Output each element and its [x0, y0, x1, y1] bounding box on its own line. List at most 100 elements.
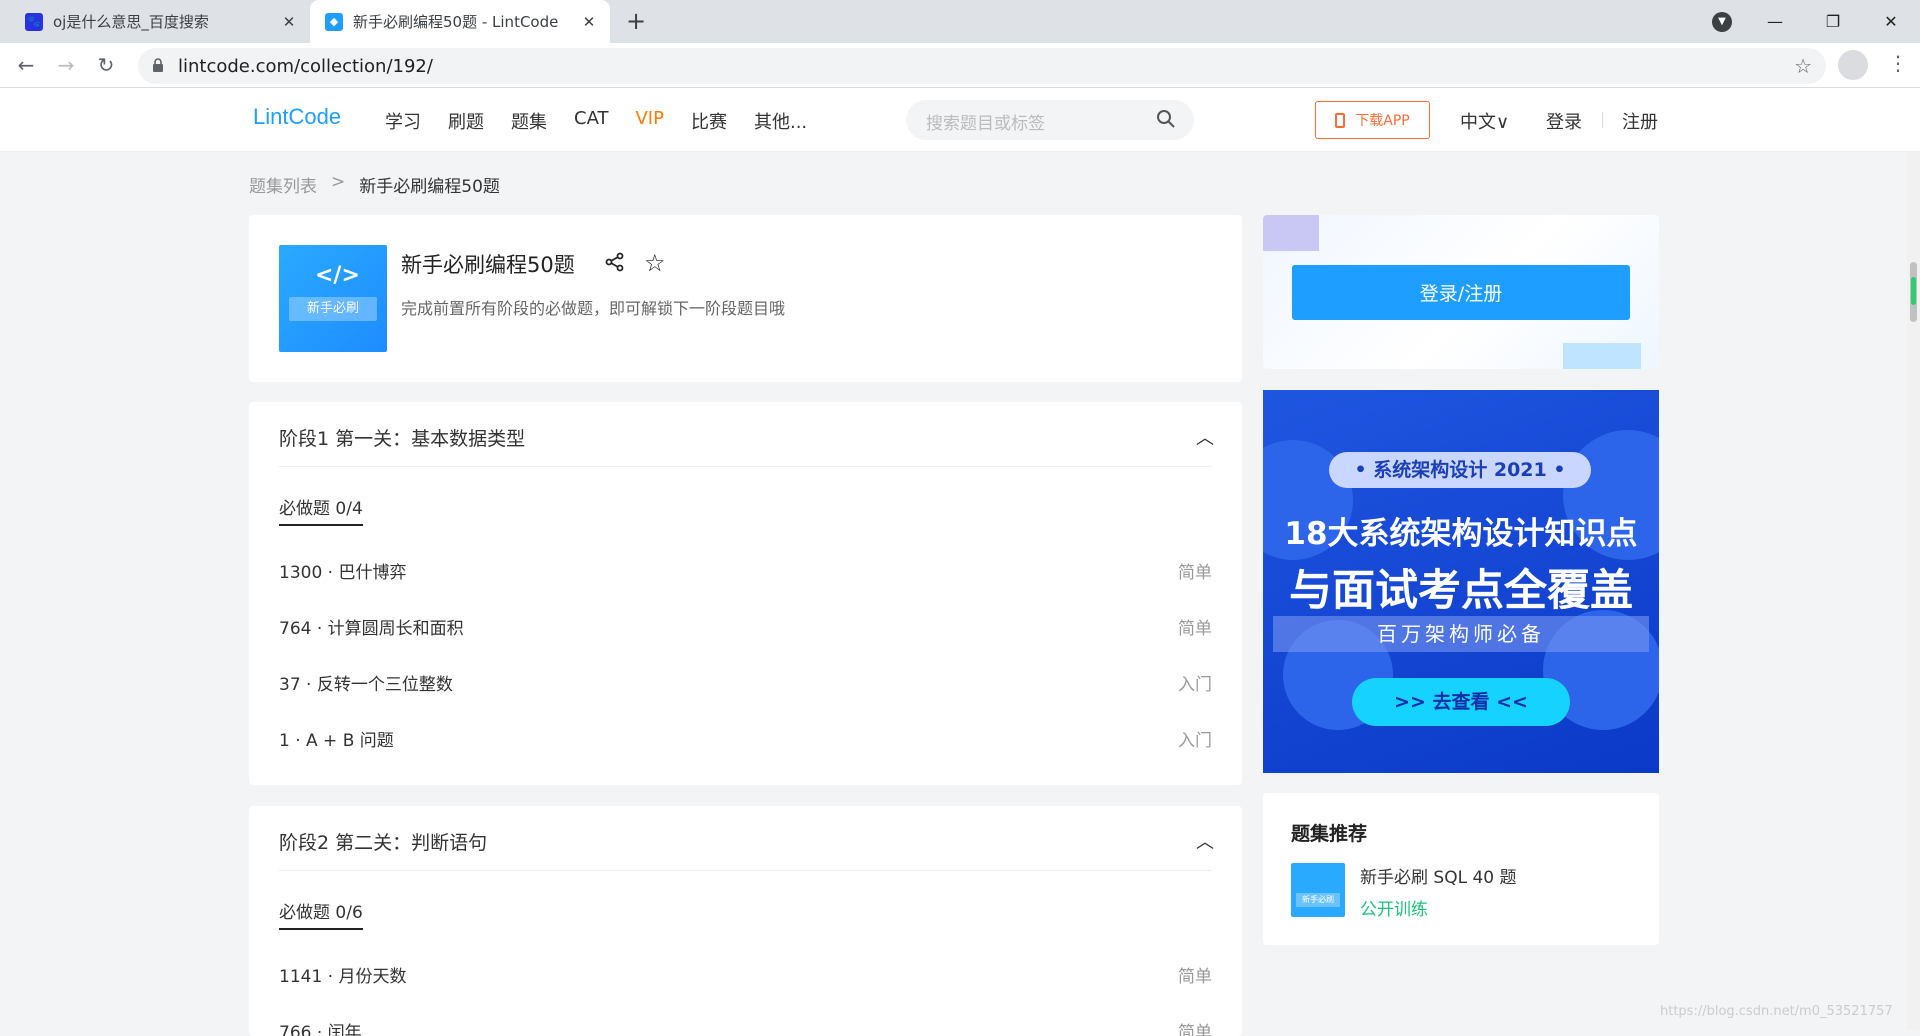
nav-more[interactable]: 其他... [754, 108, 807, 134]
site-header: LintCode 学习 刷题 题集 CAT VIP 比赛 其他... 搜索题目或… [0, 88, 1920, 152]
decoration [1263, 215, 1319, 251]
nav-vip[interactable]: VIP [635, 108, 663, 134]
lock-icon [153, 58, 163, 72]
url-text: lintcode.com/collection/192/ [178, 56, 433, 77]
nav-cat[interactable]: CAT [574, 108, 608, 134]
forward-icon[interactable]: → [52, 51, 80, 79]
active-tab-underline [279, 524, 363, 526]
bookmark-star-icon[interactable]: ☆ [1794, 54, 1812, 78]
search-icon[interactable] [1156, 109, 1176, 129]
new-tab-button[interactable]: + [622, 7, 650, 35]
restore-icon[interactable]: ❐ [1804, 12, 1862, 31]
reload-icon[interactable]: ↻ [92, 51, 120, 79]
breadcrumb-parent[interactable]: 题集列表 [249, 172, 317, 197]
nav-collections[interactable]: 题集 [511, 108, 547, 134]
recommend-item-name[interactable]: 新手必刷 SQL 40 题 [1360, 863, 1517, 888]
problem-title[interactable]: 1300 · 巴什博弈 [279, 558, 406, 583]
tab-title: oj是什么意思_百度搜索 [53, 13, 209, 31]
collection-header-card: </> 新手必刷 新手必刷编程50题 ☆ 完成前置所有阶段的必做题，即可解锁下一… [249, 215, 1242, 382]
browser-tab-lintcode[interactable]: ◆ 新手必刷编程50题 - LintCode ✕ [310, 0, 610, 43]
ad-cta-button[interactable]: >> 去查看 << [1352, 678, 1570, 726]
login-promo-card: 登录/注册 [1263, 215, 1659, 369]
problem-difficulty: 简单 [1178, 563, 1212, 583]
chevron-up-icon[interactable]: ︿ [1196, 828, 1214, 854]
problem-row[interactable]: 1300 · 巴什博弈 简单 [279, 558, 1212, 583]
login-register-button[interactable]: 登录/注册 [1292, 265, 1630, 320]
close-tab-icon[interactable]: ✕ [578, 11, 600, 33]
required-tab[interactable]: 必做题 0/6 [279, 898, 363, 923]
breadcrumb: 题集列表 > 新手必刷编程50题 [249, 172, 500, 197]
recommend-thumbnail[interactable]: 新手必刷 [1291, 863, 1345, 917]
problem-row[interactable]: 1 · A + B 问题 入门 [279, 726, 1212, 751]
address-bar[interactable]: lintcode.com/collection/192/ ☆ [138, 48, 1826, 84]
window-controls: — ❐ ✕ [1746, 0, 1920, 43]
page-scrollbar[interactable] [1907, 152, 1920, 1030]
collection-title: 新手必刷编程50题 [401, 253, 575, 277]
thumbnail-tag: 新手必刷 [1296, 893, 1340, 907]
problem-difficulty: 简单 [1178, 1023, 1212, 1036]
collection-description: 完成前置所有阶段的必做题，即可解锁下一阶段题目哦 [401, 299, 786, 318]
baidu-paw-icon: 🐾 [25, 12, 43, 31]
close-tab-icon[interactable]: ✕ [278, 11, 300, 33]
divider [279, 466, 1212, 467]
watermark: https://blog.csdn.net/m0_53521757 [1660, 1004, 1893, 1019]
problem-row[interactable]: 1141 · 月份天数 简单 [279, 962, 1212, 987]
login-link[interactable]: 登录 [1546, 108, 1582, 134]
register-link[interactable]: 注册 [1622, 108, 1658, 134]
problem-row[interactable]: 764 · 计算圆周长和面积 简单 [279, 614, 1212, 639]
ad-subtitle: 百万架构师必备 [1273, 616, 1649, 652]
nav-learn[interactable]: 学习 [385, 108, 421, 134]
code-icon: </> [315, 263, 360, 288]
recommend-title: 题集推荐 [1291, 823, 1368, 845]
lintcode-favicon-icon: ◆ [325, 12, 343, 31]
browser-menu-icon[interactable]: ⋮ [1888, 51, 1908, 75]
search-input[interactable]: 搜索题目或标签 [906, 100, 1194, 140]
problem-row[interactable]: 766 · 闰年 简单 [279, 1018, 1212, 1036]
tab-title: 新手必刷编程50题 - LintCode [353, 13, 559, 31]
recommend-item-tag: 公开训练 [1360, 900, 1428, 920]
breadcrumb-separator: > [331, 172, 346, 192]
browser-tab-baidu[interactable]: 🐾 oj是什么意思_百度搜索 ✕ [10, 0, 310, 43]
required-tab[interactable]: 必做题 0/4 [279, 494, 363, 519]
favorite-star-icon[interactable]: ☆ [644, 249, 666, 277]
share-icon[interactable] [604, 251, 626, 273]
profile-avatar-icon[interactable] [1838, 50, 1868, 80]
download-app-button[interactable]: 下载APP [1315, 101, 1430, 139]
lintcode-logo[interactable]: LintCode [253, 104, 341, 130]
ad-headline-2: 与面试考点全覆盖 [1289, 566, 1633, 616]
language-select[interactable]: 中文∨ [1460, 108, 1509, 134]
stage-title: 阶段2 第二关：判断语句 [279, 832, 488, 854]
problem-difficulty: 入门 [1178, 675, 1212, 695]
back-icon[interactable]: ← [12, 51, 40, 79]
problem-title[interactable]: 1141 · 月份天数 [279, 962, 406, 987]
architecture-ad-banner[interactable]: • 系统架构设计 2021 • 18大系统架构设计知识点 与面试考点全覆盖 百万… [1263, 390, 1659, 773]
problem-title[interactable]: 766 · 闰年 [279, 1018, 362, 1036]
chevron-up-icon[interactable]: ︿ [1196, 424, 1214, 450]
thumbnail-tag: 新手必刷 [289, 297, 377, 321]
minimize-icon[interactable]: — [1746, 12, 1804, 31]
search-placeholder: 搜索题目或标签 [926, 114, 1045, 134]
ad-headline-1: 18大系统架构设计知识点 [1284, 516, 1638, 552]
scroll-indicator [1911, 277, 1916, 305]
download-app-label: 下载APP [1355, 113, 1410, 129]
problem-title[interactable]: 764 · 计算圆周长和面积 [279, 614, 464, 639]
browser-toolbar: ← → ↻ lintcode.com/collection/192/ ☆ ⋮ [0, 43, 1920, 88]
problem-difficulty: 入门 [1178, 731, 1212, 751]
recommend-card: 题集推荐 新手必刷 新手必刷 SQL 40 题 公开训练 [1263, 793, 1659, 945]
problem-title[interactable]: 1 · A + B 问题 [279, 726, 394, 751]
problem-difficulty: 简单 [1178, 967, 1212, 987]
stage-title: 阶段1 第一关：基本数据类型 [279, 428, 526, 450]
breadcrumb-current: 新手必刷编程50题 [359, 177, 500, 197]
divider [279, 870, 1212, 871]
downloads-icon[interactable]: ▼ [1712, 12, 1732, 32]
close-window-icon[interactable]: ✕ [1862, 12, 1920, 31]
problem-difficulty: 简单 [1178, 619, 1212, 639]
nav-problems[interactable]: 刷题 [448, 108, 484, 134]
problem-row[interactable]: 37 · 反转一个三位整数 入门 [279, 670, 1212, 695]
collection-thumbnail: </> 新手必刷 [279, 245, 387, 352]
phone-icon [1335, 112, 1346, 128]
stage-card: 阶段2 第二关：判断语句 ︿ 必做题 0/6 1141 · 月份天数 简单 76… [249, 806, 1242, 1036]
nav-contest[interactable]: 比赛 [691, 108, 727, 134]
divider [1602, 112, 1603, 128]
problem-title[interactable]: 37 · 反转一个三位整数 [279, 670, 453, 695]
